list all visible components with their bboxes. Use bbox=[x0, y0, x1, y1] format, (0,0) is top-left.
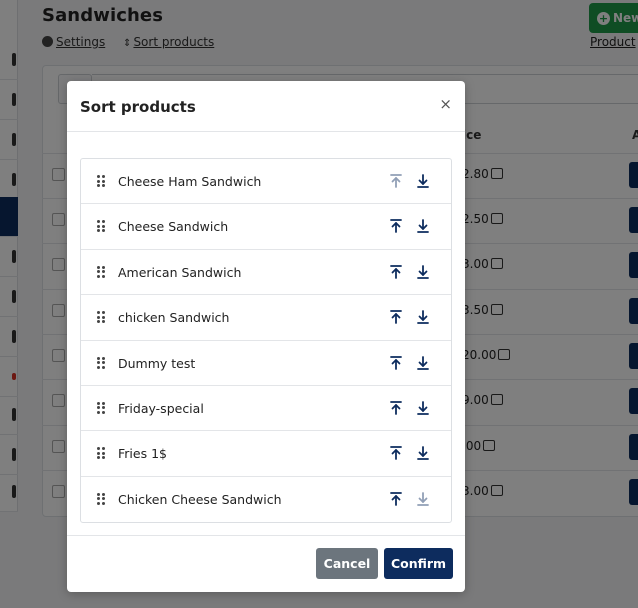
move-to-bottom-button[interactable] bbox=[415, 399, 431, 417]
move-to-top-button[interactable] bbox=[388, 399, 404, 417]
sortable-list-item[interactable]: Friday-special bbox=[81, 386, 451, 432]
grip-vertical-icon[interactable] bbox=[97, 356, 106, 369]
modal-footer: Cancel Confirm bbox=[67, 535, 465, 592]
close-icon[interactable]: × bbox=[439, 97, 452, 112]
grip-vertical-icon[interactable] bbox=[97, 447, 106, 460]
item-label: Chicken Cheese Sandwich bbox=[118, 491, 282, 507]
move-to-top-button[interactable] bbox=[388, 354, 404, 372]
arrow-up-to-line-icon bbox=[388, 174, 404, 194]
sortable-list-item[interactable]: Cheese Ham Sandwich bbox=[81, 159, 451, 205]
move-to-bottom-button[interactable] bbox=[415, 217, 431, 235]
grip-vertical-icon[interactable] bbox=[97, 311, 106, 324]
item-label: chicken Sandwich bbox=[118, 310, 230, 326]
arrow-down-to-line-icon bbox=[415, 491, 431, 512]
move-to-bottom-button[interactable] bbox=[415, 172, 431, 190]
sortable-list-item[interactable]: chicken Sandwich bbox=[81, 295, 451, 341]
sortable-list-item[interactable]: Fries 1$ bbox=[81, 431, 451, 477]
grip-vertical-icon[interactable] bbox=[97, 401, 106, 414]
sortable-list-item[interactable]: Dummy test bbox=[81, 341, 451, 386]
item-label: Cheese Ham Sandwich bbox=[118, 174, 262, 189]
arrow-down-to-line-icon bbox=[415, 400, 431, 421]
arrow-down-to-line-icon bbox=[415, 219, 431, 239]
move-to-bottom-button[interactable] bbox=[415, 354, 431, 372]
move-to-top-button bbox=[388, 172, 404, 190]
grip-vertical-icon[interactable] bbox=[97, 492, 106, 505]
sortable-list-item[interactable]: Chicken Cheese Sandwich bbox=[81, 477, 451, 522]
sortable-list-item[interactable]: Cheese Sandwich bbox=[81, 204, 451, 250]
arrow-up-to-line-icon bbox=[388, 400, 404, 421]
grip-vertical-icon[interactable] bbox=[97, 175, 106, 187]
item-label: Friday-special bbox=[118, 400, 204, 416]
item-label: Cheese Sandwich bbox=[118, 219, 229, 235]
move-to-top-button[interactable] bbox=[388, 308, 404, 326]
move-to-top-button[interactable] bbox=[388, 263, 404, 281]
grip-vertical-icon[interactable] bbox=[97, 265, 106, 278]
move-to-top-button[interactable] bbox=[388, 217, 404, 235]
arrow-up-to-line-icon bbox=[388, 491, 404, 512]
item-label: American Sandwich bbox=[118, 264, 242, 280]
confirm-button[interactable]: Confirm bbox=[384, 548, 453, 579]
move-to-bottom-button bbox=[415, 490, 431, 508]
move-to-bottom-button[interactable] bbox=[415, 444, 431, 462]
sortable-list-item[interactable]: American Sandwich bbox=[81, 250, 451, 296]
sort-products-modal: Sort products × Cheese Ham Sandwich Chees… bbox=[67, 81, 465, 592]
arrow-down-to-line-icon bbox=[415, 446, 431, 466]
arrow-up-to-line-icon bbox=[388, 446, 404, 466]
arrow-up-to-line-icon bbox=[388, 219, 404, 239]
arrow-down-to-line-icon bbox=[415, 355, 431, 376]
sortable-list: Cheese Ham Sandwich Cheese Sandwich Americ… bbox=[80, 158, 452, 523]
grip-vertical-icon[interactable] bbox=[97, 220, 106, 233]
modal-title: Sort products bbox=[80, 98, 196, 116]
arrow-down-to-line-icon bbox=[415, 310, 431, 330]
move-to-bottom-button[interactable] bbox=[415, 263, 431, 281]
modal-header: Sort products × bbox=[67, 81, 465, 132]
arrow-down-to-line-icon bbox=[415, 264, 431, 285]
move-to-top-button[interactable] bbox=[388, 490, 404, 508]
move-to-bottom-button[interactable] bbox=[415, 308, 431, 326]
arrow-down-to-line-icon bbox=[415, 174, 431, 194]
arrow-up-to-line-icon bbox=[388, 355, 404, 376]
item-label: Dummy test bbox=[118, 355, 196, 371]
move-to-top-button[interactable] bbox=[388, 444, 404, 462]
cancel-button[interactable]: Cancel bbox=[316, 548, 378, 579]
arrow-up-to-line-icon bbox=[388, 264, 404, 285]
item-label: Fries 1$ bbox=[118, 446, 167, 462]
arrow-up-to-line-icon bbox=[388, 310, 404, 330]
